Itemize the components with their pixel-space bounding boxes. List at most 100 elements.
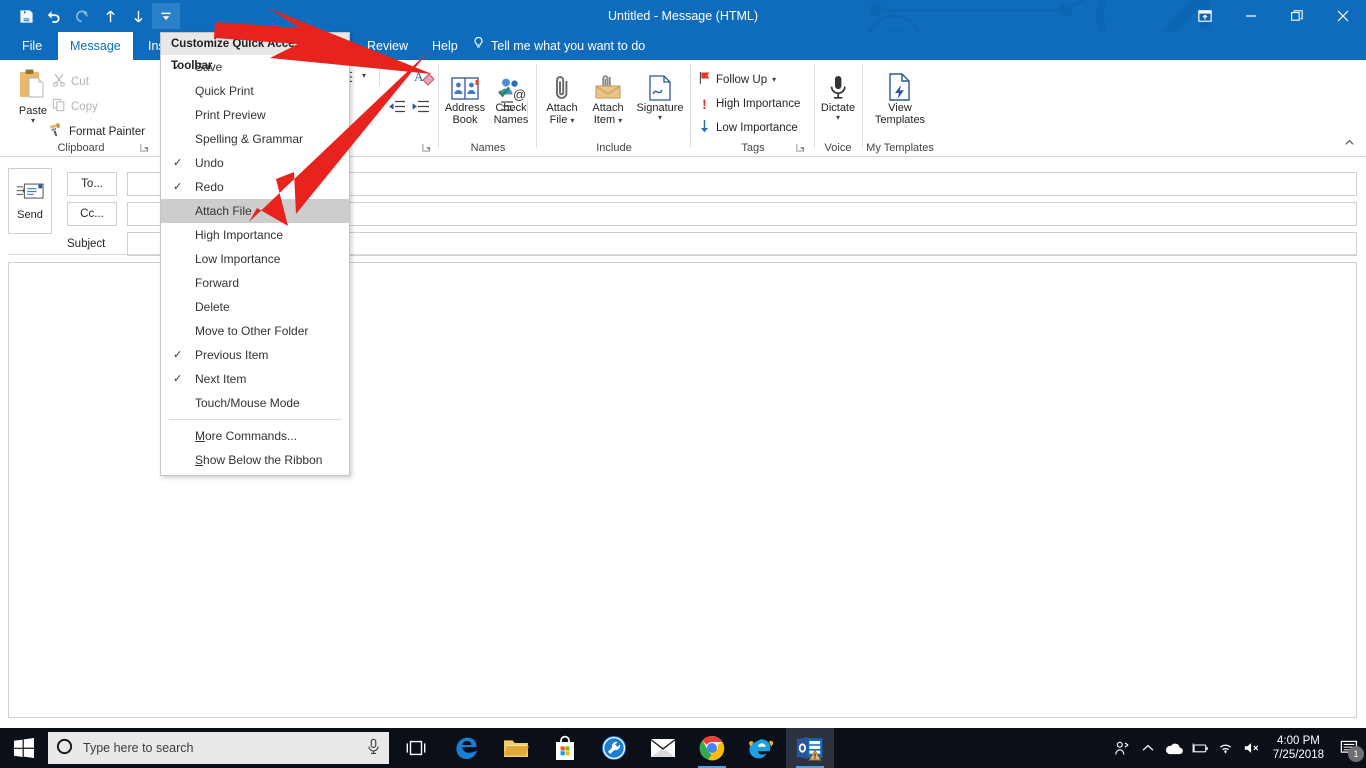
address-book-icon [450,68,480,102]
next-item-icon[interactable] [124,3,152,29]
taskbar-app-google-chrome[interactable] [688,728,736,768]
group-separator [536,64,537,148]
taskbar-app-mail[interactable] [639,728,687,768]
tab-message[interactable]: Message [58,32,133,60]
menu-item-quick-print[interactable]: Quick Print [161,79,349,103]
taskbar-app-outlook[interactable] [786,728,834,768]
numbering-chevron-down-icon[interactable]: ▾ [362,72,366,80]
follow-up-chevron-down-icon[interactable]: ▾ [772,75,776,84]
attach-item-button[interactable]: Attach Item ▾ [584,68,632,126]
menu-item-touch-mouse-mode[interactable]: Touch/Mouse Mode [161,391,349,415]
tell-me-search[interactable]: Tell me what you want to do [472,32,645,60]
taskbar-app-microsoft-edge[interactable] [443,728,491,768]
cc-button[interactable]: Cc... [67,202,117,226]
window-controls[interactable] [1182,0,1366,32]
menu-item-label: Previous Item [195,348,269,362]
people-icon[interactable] [1109,728,1135,768]
menu-item-high-importance[interactable]: High Importance [161,223,349,247]
dictate-chevron-down-icon[interactable]: ▾ [836,114,840,122]
attach-item-chevron-down-icon[interactable]: ▾ [618,116,622,125]
high-importance-button[interactable]: ! High Importance [698,94,800,113]
menu-item-spelling-and-grammar[interactable]: Spelling & Grammar [161,127,349,151]
follow-up-button[interactable]: Follow Up ▾ [698,70,776,89]
basic-text-dialog-launcher-icon[interactable] [422,143,432,153]
show-hidden-icons-chevron-up-icon[interactable] [1135,728,1161,768]
menu-item-previous-item[interactable]: ✓ Previous Item [161,343,349,367]
check-names-button[interactable]: @ Check Names [486,68,536,126]
group-separator [690,64,691,148]
menu-item-attach-file[interactable]: Attach File [161,199,349,223]
clock[interactable]: 4:00 PM 7/25/2018 [1265,734,1332,762]
menu-item-label: Redo [195,180,224,194]
tab-file[interactable]: File [10,32,54,60]
previous-item-icon[interactable] [96,3,124,29]
onedrive-icon[interactable] [1161,728,1187,768]
format-painter-button[interactable]: Format Painter [48,122,145,141]
menu-item-forward[interactable]: Forward [161,271,349,295]
menu-item-delete[interactable]: Delete [161,295,349,319]
close-icon[interactable] [1320,0,1366,32]
tab-help[interactable]: Help [420,32,470,60]
taskbar-app-file-explorer[interactable] [492,728,540,768]
cortana-icon [56,738,73,758]
send-button[interactable]: Send [8,168,52,234]
menu-item-undo[interactable]: ✓ Undo [161,151,349,175]
customize-quick-access-toolbar-menu[interactable]: Customize Quick Access Toolbar ✓ Save Qu… [160,32,350,476]
menu-item-next-item[interactable]: ✓ Next Item [161,367,349,391]
decrease-indent-icon[interactable] [388,100,406,117]
taskbar-app-settings-tool[interactable] [590,728,638,768]
undo-icon[interactable] [40,3,68,29]
menu-item-more-commands[interactable]: More Commands... [161,424,349,448]
menu-item-print-preview[interactable]: Print Preview [161,103,349,127]
clipboard-dialog-launcher-icon[interactable] [140,143,150,153]
checkmark-icon: ✓ [173,373,183,385]
low-importance-label: Low Importance [716,121,798,134]
save-icon[interactable] [12,3,40,29]
quick-access-toolbar[interactable] [12,0,180,32]
menu-item-label: High Importance [195,228,284,242]
low-importance-button[interactable]: Low Importance [698,118,798,137]
attach-file-chevron-down-icon[interactable]: ▾ [570,116,574,125]
increase-indent-icon[interactable] [412,100,430,117]
clear-formatting-icon[interactable]: A [414,68,436,89]
tab-review[interactable]: Review [355,32,420,60]
minimize-icon[interactable] [1228,0,1274,32]
notification-center-button[interactable]: 1 [1332,728,1366,768]
ribbon-display-options-icon[interactable] [1182,0,1228,32]
attach-item-label-1: Attach [592,102,624,114]
task-view-button[interactable] [395,728,437,768]
signature-chevron-down-icon[interactable]: ▾ [658,114,662,122]
dictate-button[interactable]: Dictate ▾ [809,68,867,122]
signature-button[interactable]: Signature ▾ [632,68,688,122]
taskbar-app-internet-explorer[interactable] [737,728,785,768]
view-templates-button[interactable]: View Templates [871,68,929,126]
tags-dialog-launcher-icon[interactable] [796,143,806,153]
svg-text:A: A [414,69,424,84]
checkmark-icon: ✓ [173,181,183,193]
divider [379,69,380,86]
collapse-ribbon-button[interactable] [1343,138,1356,150]
address-book-button[interactable]: Address Book [440,68,490,126]
cut-label: Cut [71,75,89,88]
format-painter-label: Format Painter [69,125,146,138]
taskbar-app-microsoft-store[interactable] [541,728,589,768]
paste-chevron-down-icon[interactable]: ▾ [31,117,35,125]
microphone-icon[interactable] [366,738,381,758]
menu-item-redo[interactable]: ✓ Redo [161,175,349,199]
menu-item-label: Save [195,60,223,74]
menu-item-move-to-other-folder[interactable]: Move to Other Folder [161,319,349,343]
search-box[interactable]: Type here to search [48,732,389,764]
send-envelope-icon [16,182,44,205]
wifi-icon[interactable] [1213,728,1239,768]
attach-item-icon [593,68,623,102]
menu-item-low-importance[interactable]: Low Importance [161,247,349,271]
to-button[interactable]: To... [67,172,117,196]
start-button[interactable] [0,728,48,768]
restore-icon[interactable] [1274,0,1320,32]
menu-item-save[interactable]: ✓ Save [161,55,349,79]
attach-file-button[interactable]: Attach File ▾ [538,68,586,126]
volume-muted-icon[interactable] [1239,728,1265,768]
customize-quick-access-toolbar-button[interactable] [152,3,180,29]
menu-item-show-below-the-ribbon[interactable]: Show Below the Ribbon [161,448,349,472]
battery-icon[interactable] [1187,728,1213,768]
